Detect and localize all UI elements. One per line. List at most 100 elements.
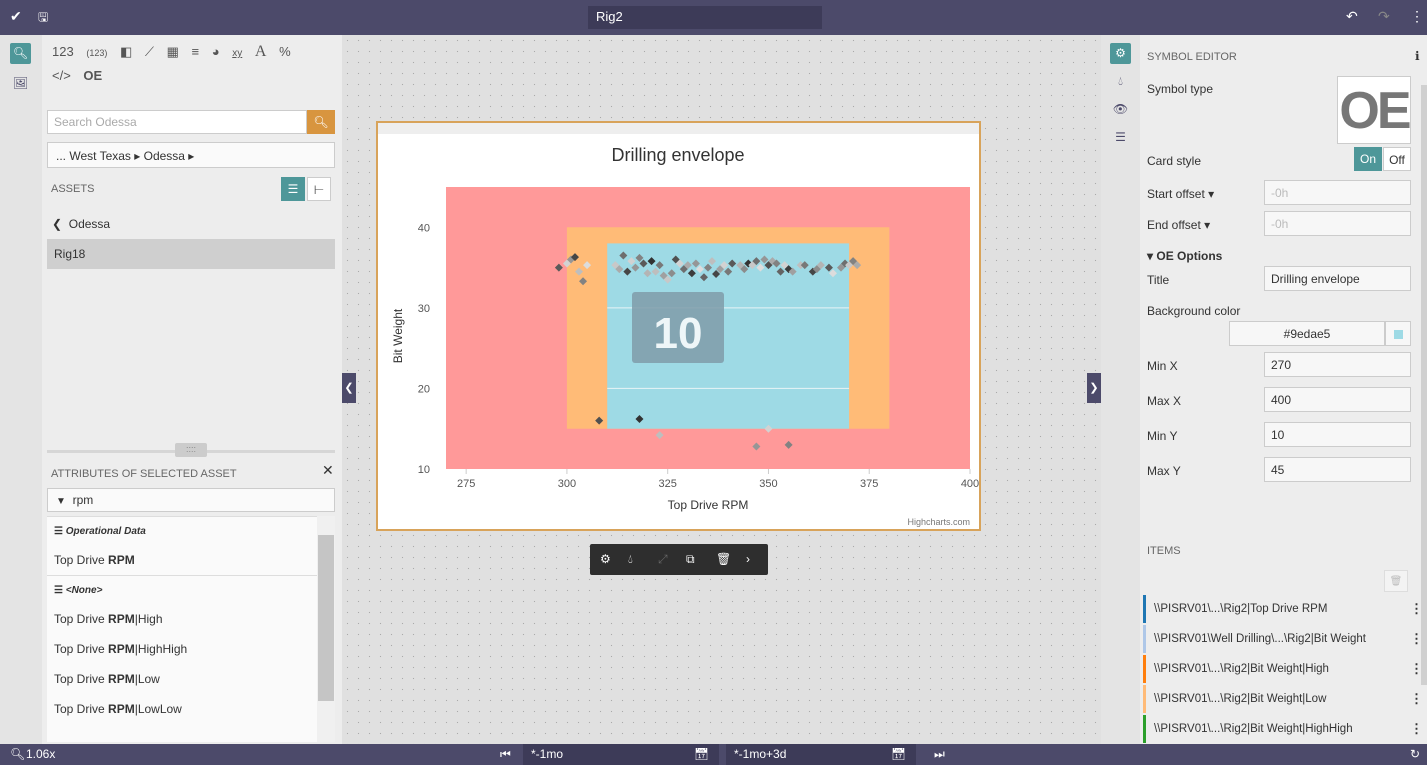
more-vertical-icon[interactable]: ⋮ (1410, 685, 1423, 713)
drilling-envelope-chart[interactable]: Drilling envelope 10 275 300 325 350 375 400 … (378, 123, 979, 529)
max-y-label: Max Y (1147, 464, 1181, 478)
step-forward-icon[interactable]: ⏭ (934, 744, 945, 765)
asset-search-input[interactable]: Search Odessa (47, 110, 307, 134)
zoom-icon[interactable]: 🔍︎ (10, 744, 25, 765)
image-icon[interactable]: 🖼︎ (10, 73, 31, 94)
item-row[interactable]: \\PISRV01\...\Rig2|Bit Weight|High ⋮ (1143, 655, 1423, 683)
group-name: Operational Data (65, 526, 146, 537)
scrollbar[interactable] (1421, 85, 1427, 685)
min-y-input[interactable]: 10 (1264, 422, 1411, 447)
undo-icon[interactable]: ↶ (1346, 8, 1358, 25)
close-icon[interactable]: ✕ (322, 462, 334, 479)
search-icon[interactable]: 🔍︎ (10, 43, 31, 64)
list-view-icon[interactable]: ☰ (281, 177, 305, 201)
attribute-item[interactable]: Top Drive RPM|HighHigh (47, 634, 317, 664)
back-link[interactable]: ❮ Odessa (52, 217, 110, 231)
checkmark-icon[interactable]: ✔ (10, 8, 22, 25)
scrollbar-thumb[interactable] (318, 535, 334, 701)
start-time-input[interactable]: *-1mo 📅︎ (523, 744, 719, 765)
attribute-filter-input[interactable]: ▼ rpm (47, 488, 335, 512)
bar-chart-icon[interactable]: ≡ (192, 41, 200, 63)
code-icon[interactable]: </> (52, 65, 71, 87)
card-style-off-button[interactable]: Off (1383, 147, 1411, 171)
filter-icon: ▼ (56, 496, 66, 507)
chevron-right-icon[interactable]: › (746, 552, 750, 566)
end-time-input[interactable]: *-1mo+3d 📅︎ (726, 744, 916, 765)
expand-icon[interactable]: ⤢ (658, 552, 668, 567)
more-vertical-icon[interactable]: ⋮ (1410, 715, 1423, 743)
trend-icon[interactable]: ⟋ (145, 41, 154, 63)
gauge-icon[interactable]: (123) (86, 42, 107, 64)
refresh-icon[interactable]: ↻ (1410, 744, 1420, 765)
tree-view-icon[interactable]: ⊢ (307, 177, 331, 201)
max-x-input[interactable]: 400 (1264, 387, 1411, 412)
value-icon[interactable]: 123 (52, 41, 74, 63)
symbol-type-preview[interactable]: OE (1337, 76, 1412, 144)
oe-options-toggle[interactable]: ▾ OE Options (1147, 249, 1222, 263)
item-path: \\PISRV01\...\Rig2|Bit Weight|HighHigh (1154, 723, 1353, 735)
attribute-item[interactable]: Top Drive RPM|LowLow (47, 694, 317, 724)
oe-symbol-card[interactable]: Drilling envelope 10 275 300 325 350 375 400 … (376, 121, 981, 531)
attribute-item[interactable]: Top Drive RPM|Low (47, 664, 317, 694)
start-offset-input[interactable]: -0h (1264, 180, 1411, 205)
xy-plot-icon[interactable]: xy (232, 43, 242, 65)
min-x-input[interactable]: 270 (1264, 352, 1411, 377)
start-offset-dropdown[interactable]: Start offset ▾ (1147, 187, 1214, 201)
chart-title: Drilling envelope (611, 145, 744, 165)
background-color-label: Background color (1147, 304, 1241, 318)
item-row[interactable]: \\PISRV01\...\Rig2|Top Drive RPM ⋮ (1143, 595, 1423, 623)
asset-panel: 123 (123) ◧ ⟋ ▦ ≡ ◕ xy A % </> OE Search… (42, 35, 342, 744)
max-y-input[interactable]: 45 (1264, 457, 1411, 482)
group-name: <None> (65, 585, 103, 596)
breadcrumb[interactable]: ... West Texas ▸ Odessa ▸ (47, 142, 335, 168)
collapse-left-icon[interactable]: ❮ (342, 373, 356, 403)
item-row[interactable]: \\PISRV01\Well Drilling\...\Rig2|Bit Wei… (1143, 625, 1423, 653)
bar-icon[interactable]: ◧ (120, 41, 132, 63)
item-path: \\PISRV01\Well Drilling\...\Rig2|Bit Wei… (1154, 633, 1366, 645)
gear-icon[interactable]: ⚙ (1110, 43, 1131, 64)
end-offset-input[interactable]: -0h (1264, 211, 1411, 236)
color-swatch-button[interactable] (1385, 321, 1411, 346)
trash-icon[interactable]: 🗑︎ (1384, 570, 1408, 592)
copy-icon[interactable]: ⧉ (686, 552, 695, 567)
info-icon[interactable]: ℹ (1415, 49, 1420, 63)
title-input[interactable]: Drilling envelope (1264, 266, 1411, 291)
link-icon[interactable]: % (279, 41, 291, 63)
item-row[interactable]: \\PISRV01\...\Rig2|Bit Weight|Low ⋮ (1143, 685, 1423, 713)
symbol-editor-panel: SYMBOL EDITOR ℹ Symbol type OE Card styl… (1140, 35, 1427, 744)
oe-symbol-icon[interactable]: OE (83, 65, 102, 87)
step-back-icon[interactable]: ⏮ (500, 744, 511, 765)
redo-icon[interactable]: ↷ (1378, 8, 1390, 25)
background-color-input[interactable]: #9edae5 (1229, 321, 1385, 346)
trash-icon[interactable]: 🗑︎ (716, 552, 731, 566)
save-icon[interactable]: 🖫 (38, 8, 48, 29)
splitter-grip-icon[interactable]: :::: (175, 443, 207, 457)
text-icon[interactable]: A (255, 41, 267, 63)
pie-chart-icon[interactable]: ◕ (212, 41, 220, 63)
card-style-label: Card style (1147, 154, 1202, 168)
search-button[interactable]: 🔍︎ (307, 110, 335, 134)
calendar-icon[interactable]: 📅︎ (694, 744, 709, 765)
attribute-prefix: Top Drive (54, 612, 109, 626)
card-style-on-button[interactable]: On (1354, 147, 1382, 171)
items-header: ITEMS (1147, 545, 1181, 557)
chart-credits[interactable]: Highcharts.com (907, 517, 970, 527)
attribute-item[interactable]: Top Drive RPM (47, 545, 317, 575)
end-offset-dropdown[interactable]: End offset ▾ (1147, 218, 1210, 232)
zoom-level[interactable]: 1.06x (26, 744, 55, 765)
card-header-strip (378, 123, 979, 134)
sliders-icon[interactable]: ☰ (1110, 127, 1131, 148)
table-icon[interactable]: ▦ (167, 41, 179, 63)
gear-icon[interactable]: ⚙ (600, 552, 611, 566)
droplet-icon[interactable]: 💧︎ (1110, 71, 1131, 92)
more-vertical-icon[interactable]: ⋮ (1410, 8, 1424, 25)
attribute-prefix: Top Drive (54, 672, 109, 686)
droplet-icon[interactable]: 💧︎ (628, 552, 633, 567)
collapse-right-icon[interactable]: ❯ (1087, 373, 1101, 403)
item-row[interactable]: \\PISRV01\...\Rig2|Bit Weight|HighHigh ⋮ (1143, 715, 1423, 743)
display-title[interactable]: Rig2 (588, 6, 822, 29)
eye-icon[interactable]: 👁︎ (1110, 99, 1131, 120)
calendar-icon[interactable]: 📅︎ (891, 744, 906, 765)
asset-list-item[interactable]: Rig18 (47, 239, 335, 269)
attribute-item[interactable]: Top Drive RPM|High (47, 604, 317, 634)
